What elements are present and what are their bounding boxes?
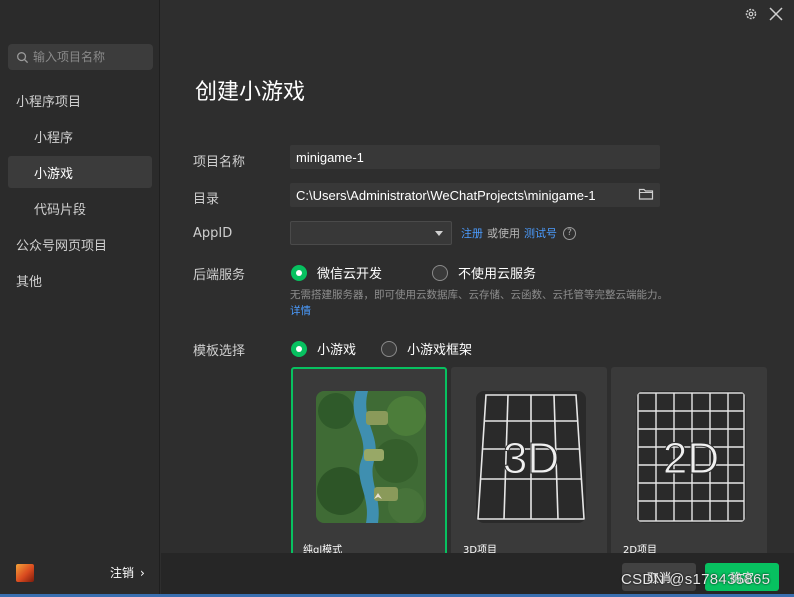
sidebar-item-label: 其他 <box>16 274 43 290</box>
radio-wechat-cloud[interactable]: 微信云开发 <box>291 263 382 282</box>
radio-checked-icon <box>291 340 307 357</box>
project-search[interactable] <box>8 44 153 70</box>
grid-3d-icon: 3D <box>476 391 586 523</box>
close-icon[interactable] <box>768 6 784 22</box>
sidebar-item-miniprogram-projects[interactable]: 小程序项目 <box>8 84 152 116</box>
sidebar-item-minigame[interactable]: 小游戏 <box>8 156 152 188</box>
grid-2d-icon: 2D <box>636 391 746 523</box>
or-use-text: 或使用 <box>487 227 520 240</box>
sidebar-item-label: 公众号网页项目 <box>16 238 108 254</box>
radio-template-framework[interactable]: 小游戏框架 <box>381 339 472 358</box>
search-input[interactable] <box>33 50 143 64</box>
main-panel: 创建小游戏 项目名称 minigame-1 目录 C:\Users\Admini… <box>161 0 794 597</box>
logout-label: 注销 <box>110 566 135 580</box>
appid-select[interactable] <box>290 221 452 245</box>
page-title: 创建小游戏 <box>195 80 306 105</box>
template-card-3d[interactable]: 3D 3D项目 <box>451 367 607 567</box>
game-preview-image <box>316 391 426 523</box>
directory-field[interactable]: C:\Users\Administrator\WeChatProjects\mi… <box>290 183 660 207</box>
radio-unchecked-icon <box>381 340 397 357</box>
gear-icon[interactable] <box>744 7 758 21</box>
directory-label: 目录 <box>193 192 220 207</box>
radio-unchecked-icon <box>432 264 448 281</box>
sidebar-item-miniprogram[interactable]: 小程序 <box>8 120 152 152</box>
appid-label: AppID <box>193 226 233 241</box>
sidebar-item-label: 小游戏 <box>34 166 74 182</box>
radio-label: 小游戏框架 <box>407 343 473 358</box>
card-glyph: 2D <box>663 434 719 483</box>
window-controls <box>744 6 784 22</box>
sidebar: 小程序项目 小程序 小游戏 代码片段 公众号网页项目 其他 注销 › <box>0 0 160 597</box>
template-label: 模板选择 <box>193 344 246 359</box>
folder-icon[interactable] <box>638 187 654 201</box>
sidebar-item-label: 小程序 <box>34 130 74 146</box>
avatar[interactable] <box>16 564 34 582</box>
radio-label: 小游戏 <box>317 343 357 358</box>
backend-description: 无需搭建服务器，即可使用云数据库、云存储、云函数、云托管等完整云端能力。 详情 <box>290 287 670 319</box>
template-card-pure-gl[interactable]: 纯gl模式 <box>291 367 447 567</box>
project-name-label: 项目名称 <box>193 155 246 170</box>
sidebar-item-code-snippet[interactable]: 代码片段 <box>8 192 152 224</box>
chevron-right-icon: › <box>140 565 145 580</box>
caret-down-icon <box>435 231 443 236</box>
sidebar-item-label: 代码片段 <box>34 202 87 218</box>
radio-label: 微信云开发 <box>317 267 383 282</box>
details-link[interactable]: 详情 <box>290 305 311 317</box>
radio-template-minigame[interactable]: 小游戏 <box>291 339 356 358</box>
watermark: CSDN @s178435865 <box>621 571 771 588</box>
test-account-link[interactable]: 测试号 <box>524 225 557 241</box>
project-name-field[interactable]: minigame-1 <box>290 145 660 169</box>
register-link[interactable]: 注册 <box>461 225 483 241</box>
radio-label: 不使用云服务 <box>458 267 537 282</box>
backend-desc-text: 无需搭建服务器，即可使用云数据库、云存储、云函数、云托管等完整云端能力。 <box>290 289 668 301</box>
radio-no-cloud[interactable]: 不使用云服务 <box>432 263 536 282</box>
logout-button[interactable]: 注销 › <box>110 564 145 581</box>
card-glyph: 3D <box>503 434 559 483</box>
sidebar-item-other[interactable]: 其他 <box>8 264 152 296</box>
help-icon[interactable]: ? <box>563 226 576 240</box>
sidebar-item-label: 小程序项目 <box>16 94 82 110</box>
search-icon <box>17 51 29 63</box>
sidebar-item-official-account-web[interactable]: 公众号网页项目 <box>8 228 152 260</box>
template-card-2d[interactable]: 2D 2D项目 <box>611 367 767 567</box>
template-cards: 纯gl模式 3D 3D项目 2D 2D项目 <box>291 367 767 567</box>
appid-links: 注册 或使用 测试号 ? <box>461 225 576 241</box>
backend-label: 后端服务 <box>193 268 246 283</box>
radio-checked-icon <box>291 264 307 281</box>
directory-value: C:\Users\Administrator\WeChatProjects\mi… <box>296 187 596 203</box>
